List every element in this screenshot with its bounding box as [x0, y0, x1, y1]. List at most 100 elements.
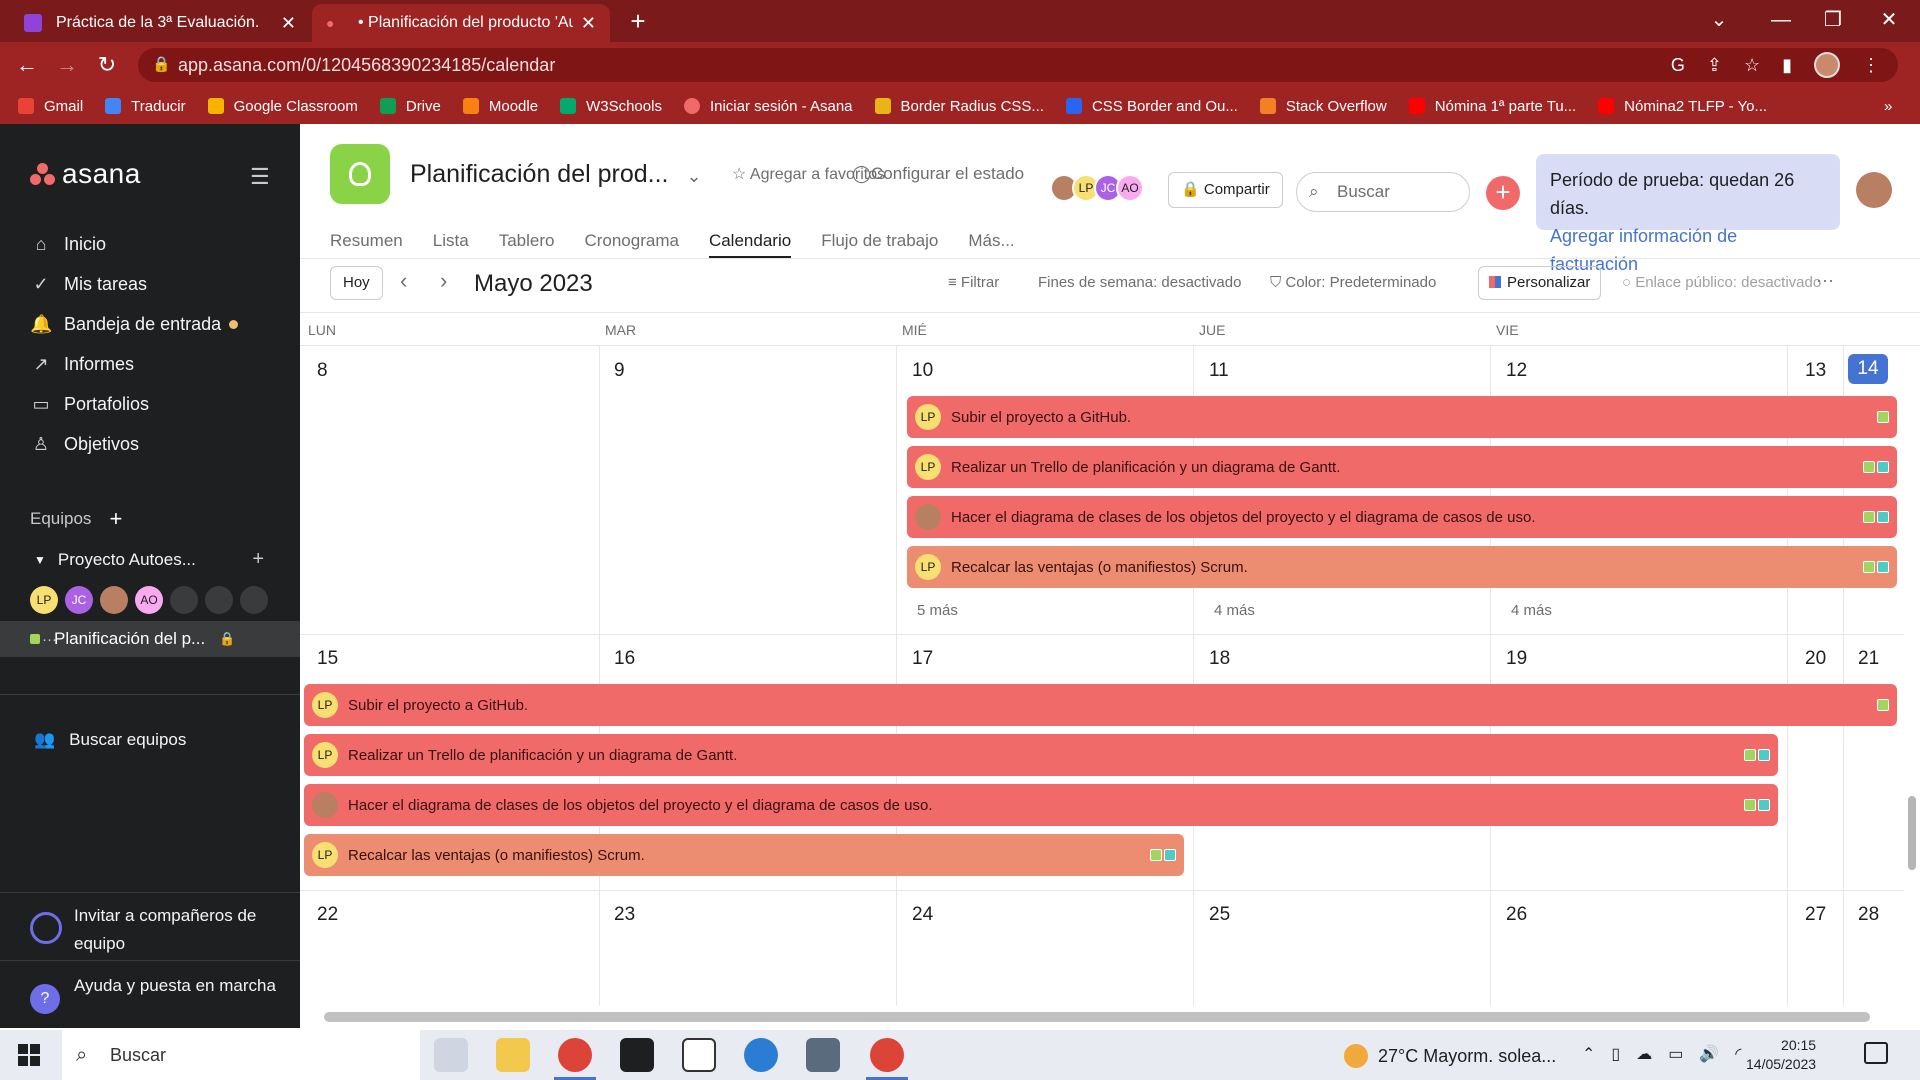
chevron-up-icon[interactable]: ⌃ — [1582, 1044, 1595, 1064]
day-number[interactable]: 12 — [1506, 360, 1527, 382]
day-number[interactable]: 20 — [1805, 648, 1826, 670]
sidebar-item-portafolios[interactable]: ▭ Portafolios — [30, 384, 238, 424]
wifi-icon[interactable]: ◜ — [1735, 1044, 1741, 1064]
calendar-event[interactable]: LP Subir el proyecto a GitHub. — [907, 396, 1897, 438]
sidebar-item-objetivos[interactable]: ♙ Objetivos — [30, 424, 238, 464]
add-button[interactable]: + — [1486, 176, 1520, 210]
expand-arrow-icon[interactable]: ▼ — [34, 553, 46, 567]
share-button[interactable]: 🔒 Compartir — [1168, 172, 1283, 208]
invite-button[interactable]: Invitar a compañeros de equipo — [30, 902, 280, 958]
bookmark-gmail[interactable]: Gmail — [18, 98, 83, 115]
calendar-event[interactable]: LP Subir el proyecto a GitHub. — [304, 684, 1897, 726]
more-options-icon[interactable]: ··· — [1816, 270, 1834, 291]
vertical-scrollbar[interactable] — [1904, 346, 1920, 1006]
notifications-icon[interactable] — [1864, 1042, 1888, 1064]
public-link-toggle[interactable]: ○ Enlace público: desactivado — [1622, 274, 1821, 291]
scroll-thumb[interactable] — [1908, 796, 1916, 870]
sidebar-item-informes[interactable]: ↗ Informes — [30, 344, 238, 384]
bookmark-moodle[interactable]: Moodle — [462, 98, 538, 115]
add-project-icon[interactable]: + — [252, 548, 264, 571]
next-month-icon[interactable]: › — [440, 268, 447, 294]
search-input[interactable]: ⌕ Buscar — [1296, 172, 1470, 212]
more-events-link[interactable]: 5 más — [917, 602, 958, 619]
project-lightbulb-icon[interactable] — [330, 144, 390, 204]
sidepanel-icon[interactable]: ▮ — [1782, 48, 1792, 82]
day-number[interactable]: 18 — [1209, 648, 1230, 670]
close-icon[interactable]: ✕ — [581, 13, 596, 34]
more-icon[interactable]: ··· — [42, 631, 57, 648]
filter-button[interactable]: ≡ Filtrar — [948, 274, 999, 291]
sidebar-project-item[interactable]: Planificación del p... ··· 🔒 — [0, 621, 300, 657]
tab-lista[interactable]: Lista — [433, 224, 469, 258]
calendar-event[interactable]: LP Recalcar las ventajas (o manifiestos)… — [304, 834, 1184, 876]
google-icon[interactable]: G — [1671, 48, 1685, 82]
calculator-icon[interactable] — [806, 1038, 840, 1072]
avatar[interactable]: AO — [135, 586, 163, 614]
project-members[interactable]: LP JC AO — [1050, 174, 1144, 202]
bookmark-stackoverflow[interactable]: Stack Overflow — [1259, 98, 1387, 115]
day-number[interactable]: 22 — [317, 904, 338, 926]
team-row[interactable]: ▼ Proyecto Autoes... + — [34, 548, 264, 571]
bookmark-translate[interactable]: Traducir — [105, 98, 186, 115]
asana-logo[interactable]: asana — [30, 158, 141, 190]
day-number[interactable]: 19 — [1506, 648, 1527, 670]
help-button[interactable]: ? Ayuda y puesta en marcha — [30, 972, 280, 1014]
edge-icon[interactable] — [744, 1038, 778, 1072]
chrome-icon[interactable] — [866, 1038, 908, 1080]
user-avatar[interactable] — [1856, 172, 1892, 208]
color-button[interactable]: ⛉ Color: Predeterminado — [1270, 274, 1436, 291]
trial-banner[interactable]: Período de prueba: quedan 26 días. Agreg… — [1536, 154, 1840, 274]
set-status-button[interactable]: ◯Configurar el estado — [852, 164, 1024, 184]
share-icon[interactable]: ⇪ — [1707, 48, 1722, 82]
tab-search-icon[interactable]: ⌄ — [1688, 0, 1750, 42]
day-number[interactable]: 8 — [317, 360, 328, 382]
day-number[interactable]: 23 — [614, 904, 635, 926]
prev-month-icon[interactable]: ‹ — [400, 268, 407, 294]
sidebar-item-bandeja[interactable]: 🔔 Bandeja de entrada — [30, 304, 239, 344]
day-number[interactable]: 21 — [1858, 648, 1879, 670]
file-explorer-icon[interactable] — [496, 1038, 530, 1072]
clock[interactable]: 20:15 14/05/2023 — [1746, 1036, 1816, 1074]
project-title[interactable]: Planificación del prod... ⌄ — [410, 160, 702, 189]
tab-mas[interactable]: Más... — [968, 224, 1014, 258]
find-teams-link[interactable]: 👥 Buscar equipos — [34, 730, 186, 750]
bookmark-nomina1[interactable]: Nómina 1ª parte Tu... — [1408, 98, 1576, 115]
tab-calendario[interactable]: Calendario — [708, 224, 792, 258]
back-icon[interactable]: ← — [12, 50, 42, 80]
day-number[interactable]: 25 — [1209, 904, 1230, 926]
bookmark-drive[interactable]: Drive — [379, 98, 441, 115]
bookmark-css-border[interactable]: CSS Border and Ou... — [1065, 98, 1238, 115]
day-number[interactable]: 27 — [1805, 904, 1826, 926]
menu-dots-icon[interactable]: ⋮ — [1862, 48, 1880, 82]
day-number[interactable]: 17 — [912, 648, 933, 670]
avatar[interactable]: JC — [65, 586, 93, 614]
more-events-link[interactable]: 4 más — [1214, 602, 1255, 619]
calendar-event[interactable]: LP Realizar un Trello de planificación y… — [907, 446, 1897, 488]
weather-widget[interactable]: 27°C Mayorm. solea... — [1344, 1044, 1556, 1068]
new-tab-button[interactable]: + — [622, 4, 654, 38]
day-number[interactable]: 16 — [614, 648, 635, 670]
tab-tablero[interactable]: Tablero — [499, 224, 555, 258]
day-number[interactable]: 28 — [1858, 904, 1879, 926]
customize-button[interactable]: Personalizar — [1478, 266, 1602, 300]
bookmark-classroom[interactable]: Google Classroom — [207, 98, 358, 115]
tab-resumen[interactable]: Resumen — [330, 224, 403, 258]
star-icon[interactable]: ☆ — [1744, 48, 1760, 82]
windows-start-icon[interactable] — [18, 1044, 40, 1066]
task-view-icon[interactable] — [434, 1038, 468, 1072]
day-number[interactable]: 24 — [912, 904, 933, 926]
more-events-link[interactable]: 4 más — [1511, 602, 1552, 619]
chevron-down-icon[interactable]: ⌄ — [686, 166, 701, 186]
bookmark-asana[interactable]: Iniciar sesión - Asana — [683, 98, 853, 115]
bookmarks-overflow[interactable]: » — [1884, 98, 1892, 115]
collapse-menu-icon[interactable]: ☰ — [250, 164, 270, 190]
day-number[interactable]: 26 — [1506, 904, 1527, 926]
tab-flujo[interactable]: Flujo de trabajo — [821, 224, 938, 258]
add-team-icon[interactable]: + — [109, 506, 122, 532]
sidebar-item-inicio[interactable]: ⌂ Inicio — [30, 224, 238, 264]
calendar-event[interactable]: Hacer el diagrama de clases de los objet… — [907, 496, 1897, 538]
calendar-event[interactable]: LP Recalcar las ventajas (o manifiestos)… — [907, 546, 1897, 588]
avatar[interactable]: LP — [30, 586, 58, 614]
chrome-icon[interactable] — [554, 1038, 596, 1080]
day-number[interactable]: 9 — [614, 360, 625, 382]
